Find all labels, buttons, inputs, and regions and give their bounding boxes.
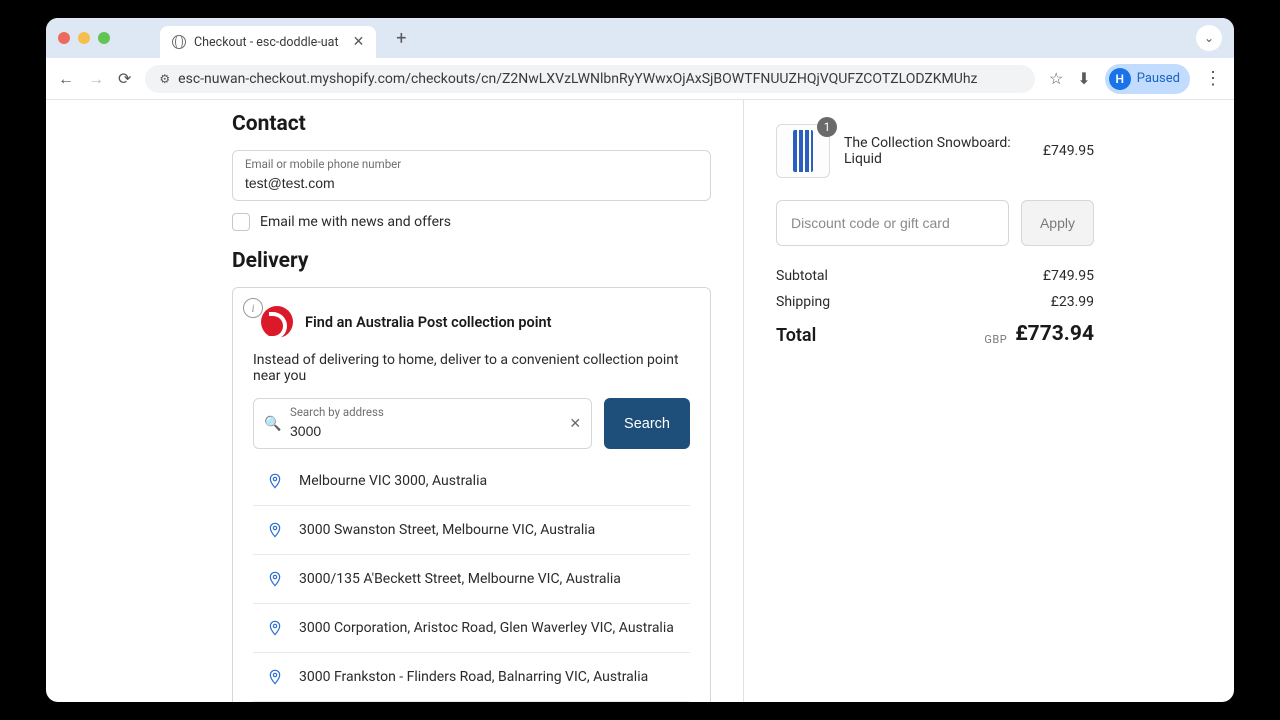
ap-result-label: 3000 Frankston - Flinders Road, Balnarri… [299,669,648,685]
contact-heading: Contact [232,112,711,136]
tab-bar: Checkout - esc-doddle-uat ✕ + ⌄ [46,18,1234,58]
subtotal-row: Subtotal £749.95 [776,268,1094,284]
tab-dropdown-icon[interactable]: ⌄ [1196,25,1222,51]
ap-description: Instead of delivering to home, deliver t… [253,352,690,384]
address-bar[interactable]: ⚙ esc-nuwan-checkout.myshopify.com/check… [145,65,1035,93]
shipping-label: Shipping [776,294,830,310]
bookmark-icon[interactable]: ☆ [1049,69,1063,88]
discount-row: Apply [776,200,1094,246]
ap-results: Melbourne VIC 3000, Australia 3000 Swans… [253,457,690,702]
total-row: Total GBP £773.94 [776,322,1094,346]
delivery-heading: Delivery [232,249,711,273]
menu-icon[interactable]: ⋮ [1204,68,1222,89]
back-icon[interactable]: ← [58,69,74,89]
shipping-row: Shipping £23.99 [776,294,1094,310]
ap-result-label: 3000 Corporation, Aristoc Road, Glen Wav… [299,620,674,636]
snowboard-icon [793,130,813,172]
checkout-form: Contact Email or mobile phone number Ema… [46,100,744,702]
ap-title: Find an Australia Post collection point [305,314,551,331]
ap-result-item[interactable]: 3000 Frankston - Flinders Road, Balnarri… [253,653,690,702]
australia-post-logo-icon [261,306,293,338]
shipping-value: £23.99 [1051,294,1094,310]
news-optin-row[interactable]: Email me with news and offers [232,213,711,231]
search-icon: 🔍 [264,416,281,432]
product-row: 1 The Collection Snowboard: Liquid £749.… [776,124,1094,178]
toolbar-right: ☆ ⬇ H Paused ⋮ [1049,64,1222,94]
news-checkbox[interactable] [232,213,250,231]
total-label: Total [776,325,816,346]
toolbar: ← → ⟳ ⚙ esc-nuwan-checkout.myshopify.com… [46,58,1234,100]
pin-icon [267,520,283,540]
page-content: Contact Email or mobile phone number Ema… [46,100,1234,702]
subtotal-label: Subtotal [776,268,828,284]
product-price: £749.95 [1043,143,1094,159]
ap-search-field[interactable]: 🔍 Search by address ✕ [253,398,592,449]
tab-title: Checkout - esc-doddle-uat [194,35,339,50]
apply-button[interactable]: Apply [1021,200,1094,246]
pin-icon [267,618,283,638]
traffic-lights [58,32,110,44]
clear-icon[interactable]: ✕ [569,416,581,432]
ap-result-label: Melbourne VIC 3000, Australia [299,473,487,489]
new-tab-icon[interactable]: + [396,28,406,49]
close-tab-icon[interactable]: ✕ [353,34,365,50]
reload-icon[interactable]: ⟳ [118,69,131,88]
pin-icon [267,569,283,589]
minimize-window-icon[interactable] [78,32,90,44]
pin-icon [267,471,283,491]
download-icon[interactable]: ⬇ [1077,69,1090,88]
ap-header: Find an Australia Post collection point [261,306,690,338]
browser-tab[interactable]: Checkout - esc-doddle-uat ✕ [160,26,376,58]
ap-search-input[interactable] [290,423,579,439]
ap-result-label: 3000 Swanston Street, Melbourne VIC, Aus… [299,522,595,538]
order-summary: 1 The Collection Snowboard: Liquid £749.… [744,100,1234,702]
ap-collection-box: i Find an Australia Post collection poin… [232,287,711,702]
email-field[interactable]: Email or mobile phone number [232,150,711,201]
close-window-icon[interactable] [58,32,70,44]
ap-search-button[interactable]: Search [604,398,690,449]
email-label: Email or mobile phone number [245,157,698,171]
email-input[interactable] [245,175,698,191]
forward-icon[interactable]: → [88,69,104,89]
ap-search-label: Search by address [290,405,579,419]
currency-label: GBP [984,333,1007,346]
ap-result-item[interactable]: Melbourne VIC 3000, Australia [253,457,690,506]
globe-icon [172,35,186,49]
news-label: Email me with news and offers [260,214,451,230]
profile-label: Paused [1137,71,1180,86]
total-value: £773.94 [1015,322,1094,346]
pin-icon [267,667,283,687]
quantity-badge: 1 [817,117,837,137]
ap-result-item[interactable]: 3000 Swanston Street, Melbourne VIC, Aus… [253,506,690,555]
url-text: esc-nuwan-checkout.myshopify.com/checkou… [178,71,977,87]
discount-input[interactable] [776,200,1009,246]
avatar: H [1109,68,1131,90]
ap-result-item[interactable]: 3000 Corporation, Aristoc Road, Glen Wav… [253,604,690,653]
site-settings-icon[interactable]: ⚙ [159,72,170,86]
product-name: The Collection Snowboard: Liquid [844,135,1029,167]
ap-result-label: 3000/135 A'Beckett Street, Melbourne VIC… [299,571,621,587]
browser-window: Checkout - esc-doddle-uat ✕ + ⌄ ← → ⟳ ⚙ … [46,18,1234,702]
subtotal-value: £749.95 [1043,268,1094,284]
maximize-window-icon[interactable] [98,32,110,44]
profile-chip[interactable]: H Paused [1105,64,1190,94]
ap-result-item[interactable]: 3000/135 A'Beckett Street, Melbourne VIC… [253,555,690,604]
ap-search-row: 🔍 Search by address ✕ Search [253,398,690,449]
info-icon[interactable]: i [243,298,263,318]
product-thumbnail: 1 [776,124,830,178]
